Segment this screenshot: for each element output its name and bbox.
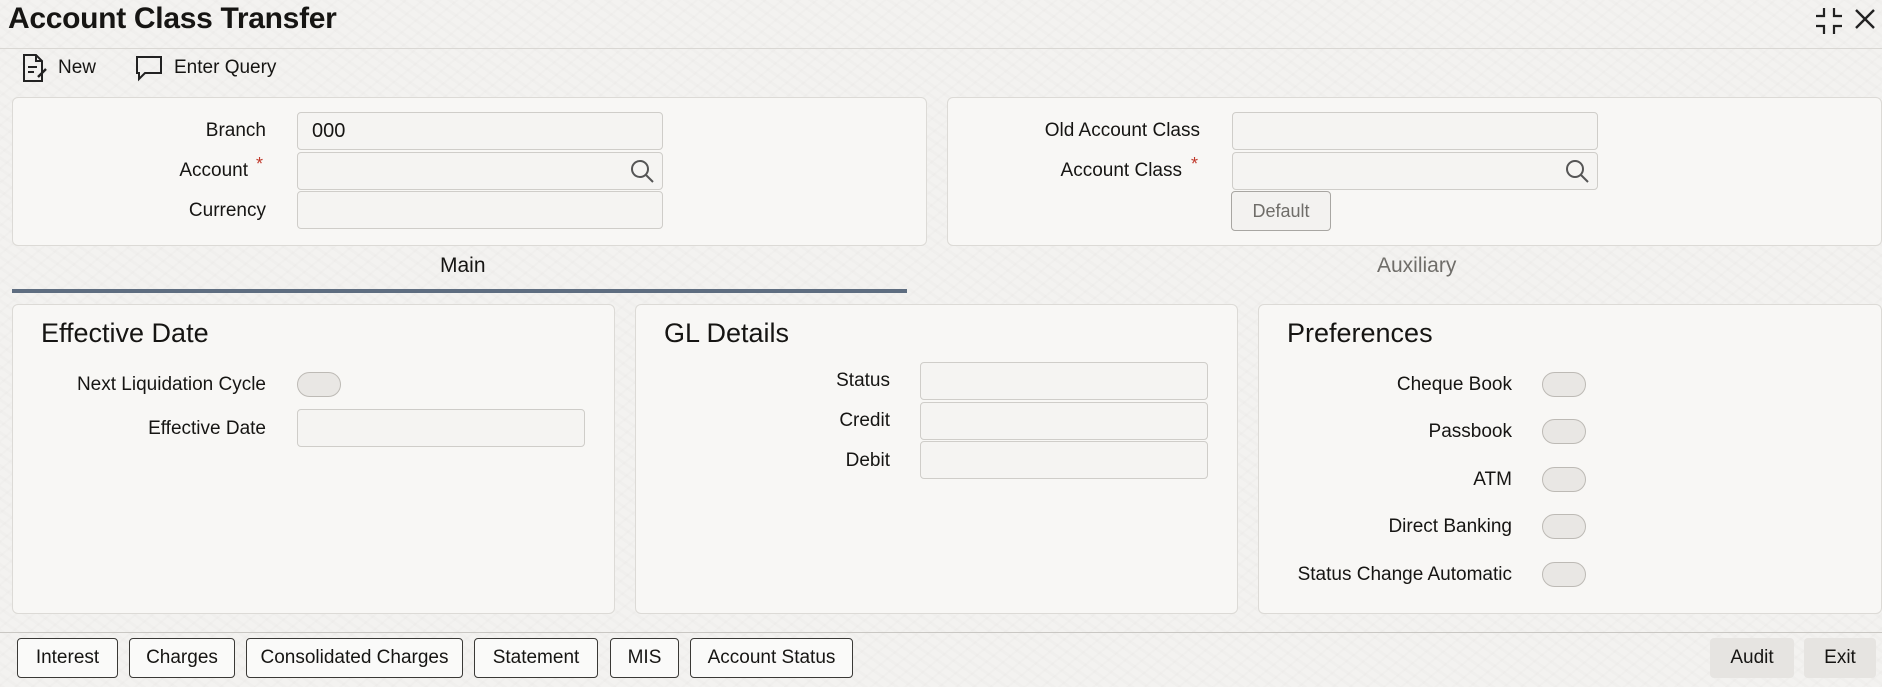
pref-label-cheque-book: Cheque Book [1396, 374, 1512, 395]
account-input[interactable] [297, 152, 663, 190]
currency-label: Currency [188, 200, 266, 221]
gl-debit-label: Debit [845, 450, 890, 471]
old-account-class-input[interactable] [1232, 112, 1598, 150]
next-liquidation-cycle-label: Next Liquidation Cycle [76, 374, 266, 395]
chat-bubble-icon [136, 56, 162, 82]
footer-divider [0, 632, 1882, 633]
account-search-icon[interactable] [628, 157, 656, 190]
enter-query-button[interactable]: Enter Query [134, 52, 276, 84]
account-status-button[interactable]: Account Status [690, 638, 853, 678]
cheque-book-toggle[interactable] [1542, 372, 1586, 397]
page-title: Account Class Transfer [8, 2, 337, 35]
account-class-input[interactable] [1232, 152, 1598, 190]
gl-debit-input[interactable] [920, 441, 1208, 479]
consolidated-charges-button[interactable]: Consolidated Charges [246, 638, 463, 678]
maximize-icon[interactable] [1814, 6, 1844, 40]
branch-label: Branch [205, 120, 266, 141]
enter-query-label: Enter Query [174, 57, 277, 78]
account-class-required-marker: * [1191, 154, 1199, 174]
tab-auxiliary[interactable]: Auxiliary [1377, 254, 1456, 278]
new-button-label: New [58, 57, 97, 78]
status-change-automatic-toggle[interactable] [1542, 562, 1586, 587]
currency-input[interactable] [297, 191, 663, 229]
statement-button[interactable]: Statement [474, 638, 598, 678]
default-button[interactable]: Default [1231, 191, 1331, 231]
gl-status-label: Status [836, 370, 890, 391]
charges-button[interactable]: Charges [129, 638, 235, 678]
gl-status-input[interactable] [920, 362, 1208, 400]
account-class-label: Account Class [1060, 160, 1182, 181]
effective-date-section [12, 304, 615, 614]
account-class-search-icon[interactable] [1563, 157, 1591, 190]
gl-credit-input[interactable] [920, 402, 1208, 440]
pref-label-direct-banking: Direct Banking [1388, 516, 1512, 537]
audit-button[interactable]: Audit [1710, 638, 1794, 678]
pref-label-passbook: Passbook [1428, 421, 1512, 442]
new-button[interactable]: New [20, 52, 96, 84]
interest-button[interactable]: Interest [17, 638, 118, 678]
account-label: Account [179, 160, 248, 181]
preferences-title: Preferences [1287, 318, 1433, 348]
account-required-marker: * [256, 154, 264, 174]
title-divider [0, 48, 1882, 49]
passbook-toggle[interactable] [1542, 419, 1586, 444]
effective-date-title: Effective Date [41, 318, 209, 348]
direct-banking-toggle[interactable] [1542, 514, 1586, 539]
close-icon[interactable] [1852, 6, 1878, 36]
exit-button[interactable]: Exit [1804, 638, 1876, 678]
mis-button[interactable]: MIS [610, 638, 679, 678]
new-document-icon [23, 54, 47, 82]
gl-details-title: GL Details [664, 318, 790, 348]
effective-date-input[interactable] [297, 409, 585, 447]
pref-label-status-change-automatic: Status Change Automatic [1297, 564, 1512, 585]
pref-label-atm: ATM [1473, 469, 1512, 490]
next-liquidation-cycle-toggle[interactable] [297, 372, 341, 397]
branch-input[interactable] [297, 112, 663, 150]
effective-date-label: Effective Date [148, 418, 266, 439]
active-tab-indicator [12, 289, 907, 293]
old-account-class-label: Old Account Class [1044, 120, 1200, 141]
atm-toggle[interactable] [1542, 467, 1586, 492]
gl-credit-label: Credit [839, 410, 890, 431]
tab-main[interactable]: Main [440, 254, 486, 278]
